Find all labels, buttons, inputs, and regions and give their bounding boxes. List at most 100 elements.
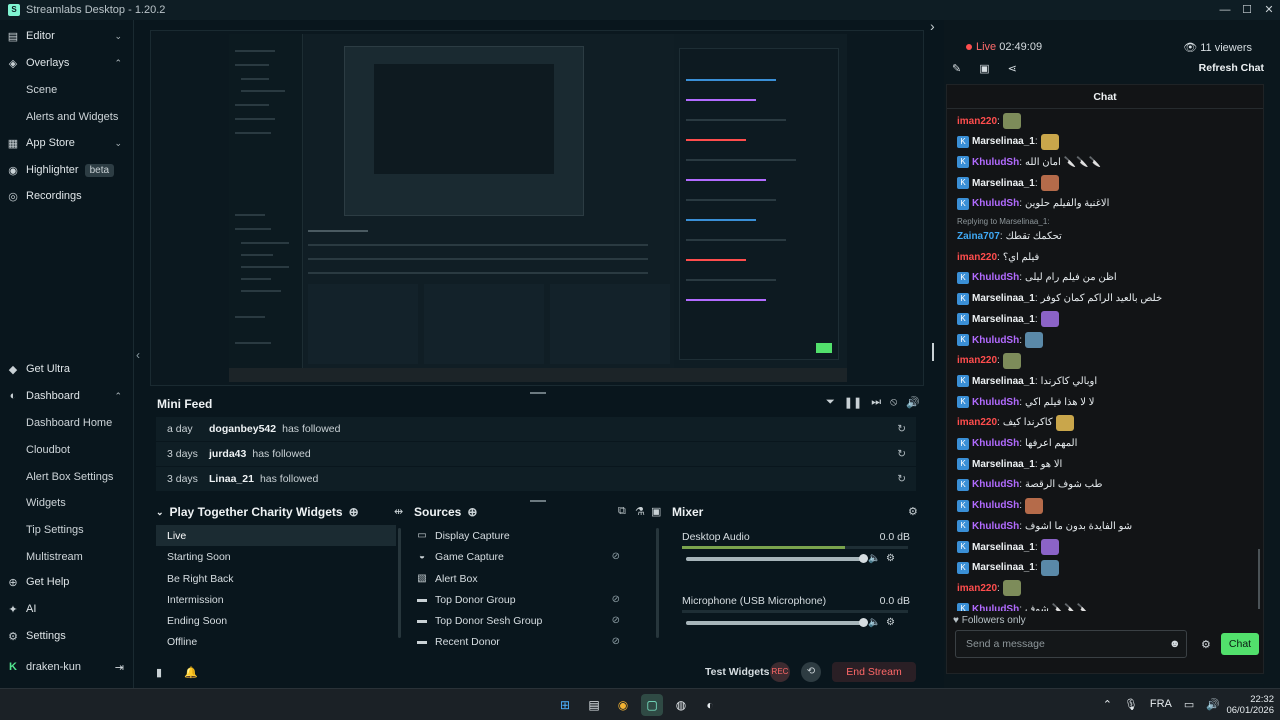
- logout-icon[interactable]: ⇥: [115, 661, 124, 674]
- collapse-sidebar-icon[interactable]: ‹: [136, 348, 140, 362]
- record-button[interactable]: REC: [770, 662, 790, 682]
- hidden-eye-icon[interactable]: ⊘: [612, 615, 620, 626]
- source-item[interactable]: ▭ Display Capture: [414, 525, 652, 546]
- chat-username[interactable]: KhuludSh: [972, 272, 1019, 283]
- mute-alerts-icon[interactable]: ⦸: [890, 396, 897, 409]
- sidebar-item-recordings[interactable]: ◎ Recordings: [0, 183, 134, 209]
- performance-icon[interactable]: ▮: [156, 666, 162, 679]
- source-tools-icon[interactable]: ⧉: [618, 505, 626, 518]
- sidebar-item-ai[interactable]: ✦ AI: [0, 596, 134, 622]
- volume-slider[interactable]: [686, 554, 868, 563]
- chat-username[interactable]: Marselinaa_1: [972, 314, 1035, 325]
- obs-icon[interactable]: ◍: [670, 694, 692, 716]
- sidebar-item-get-ultra[interactable]: ◆ Get Ultra: [0, 356, 134, 382]
- streamlabs-icon[interactable]: ▢: [641, 694, 663, 716]
- chat-username[interactable]: KhuludSh: [972, 479, 1019, 490]
- sidebar-item-multistream[interactable]: Multistream: [26, 551, 83, 563]
- replay-buffer-icon[interactable]: ⟲: [801, 662, 821, 682]
- mixer-settings-icon[interactable]: ⚙: [908, 505, 918, 518]
- volume-knob[interactable]: [859, 554, 868, 563]
- chat-username[interactable]: iman220: [957, 417, 997, 428]
- pause-icon[interactable]: ❚❚: [844, 396, 862, 409]
- source-item[interactable]: ▬ Top Donor Group ⊘: [414, 589, 652, 610]
- chat-settings-icon[interactable]: ⚙: [1201, 638, 1211, 651]
- chat-username[interactable]: Zaina707: [957, 231, 1000, 242]
- source-filters-icon[interactable]: ⚗: [635, 505, 645, 518]
- scene-item[interactable]: Starting Soon: [156, 546, 396, 567]
- chat-username[interactable]: Marselinaa_1: [972, 459, 1035, 470]
- scene-item[interactable]: Intermission: [156, 589, 396, 610]
- scene-transitions-icon[interactable]: ⇹: [394, 505, 403, 518]
- sidebar-item-get-help[interactable]: ⊕ Get Help: [0, 569, 134, 595]
- hidden-eye-icon[interactable]: ⊘: [612, 594, 620, 605]
- add-folder-icon[interactable]: ▣: [651, 505, 661, 518]
- dashboard-link-icon[interactable]: ▣: [979, 62, 989, 75]
- chat-username[interactable]: iman220: [957, 355, 997, 366]
- channel-settings-icon[interactable]: ⚙: [886, 617, 895, 628]
- sidebar-item-overlays[interactable]: ◈ Overlays ⌃: [0, 50, 134, 76]
- chat-username[interactable]: KhuludSh: [972, 157, 1019, 168]
- replay-alert-icon[interactable]: ↻: [897, 423, 906, 435]
- chat-message-input[interactable]: Send a message: [955, 630, 1187, 658]
- end-stream-button[interactable]: End Stream: [832, 662, 916, 682]
- filter-icon[interactable]: ⏷: [826, 396, 835, 409]
- speaker-icon[interactable]: 🔊: [1206, 698, 1220, 711]
- maximize-button[interactable]: ☐: [1236, 0, 1258, 20]
- scenes-scrollbar[interactable]: [398, 528, 401, 638]
- channel-settings-icon[interactable]: ⚙: [886, 553, 895, 564]
- scene-item[interactable]: Offline: [156, 631, 396, 652]
- chat-username[interactable]: iman220: [957, 583, 997, 594]
- refresh-chat-button[interactable]: Refresh Chat: [1199, 62, 1264, 74]
- mute-icon[interactable]: 🔈: [868, 617, 880, 628]
- sidebar-item-app-store[interactable]: ▦ App Store ⌄: [0, 130, 134, 156]
- scene-item[interactable]: Ending Soon: [156, 610, 396, 631]
- source-item[interactable]: ▧ Alert Box: [414, 568, 652, 589]
- chat-username[interactable]: iman220: [957, 252, 997, 263]
- minimize-button[interactable]: —: [1214, 0, 1236, 20]
- sidebar-item-settings[interactable]: ⚙ Settings: [0, 623, 134, 649]
- source-item[interactable]: ▬ Recent Donor ⊘: [414, 631, 652, 652]
- scene-item[interactable]: Be Right Back: [156, 568, 396, 589]
- source-item[interactable]: ◒ Game Capture ⊘: [414, 546, 652, 567]
- chat-username[interactable]: Marselinaa_1: [972, 293, 1035, 304]
- scene-collection-title[interactable]: Play Together Charity Widgets: [170, 505, 343, 519]
- sidebar-item-highlighter[interactable]: ◉ Highlighter beta: [0, 157, 134, 183]
- share-icon[interactable]: ⋖: [1008, 62, 1017, 75]
- chat-username[interactable]: KhuludSh: [972, 521, 1019, 532]
- sidebar-item-scene[interactable]: Scene: [26, 84, 57, 96]
- hidden-eye-icon[interactable]: ⊘: [612, 551, 620, 562]
- chat-scrollbar[interactable]: [1258, 549, 1260, 609]
- replay-alert-icon[interactable]: ↻: [897, 473, 906, 485]
- sidebar-item-dashboard[interactable]: ◐ Dashboard ⌃: [0, 383, 134, 409]
- chat-resize-handle[interactable]: [932, 343, 934, 361]
- send-chat-button[interactable]: Chat: [1221, 633, 1259, 655]
- chat-username[interactable]: Marselinaa_1: [972, 542, 1035, 553]
- user-account[interactable]: Kdraken-kun ⇥: [0, 654, 134, 680]
- chat-username[interactable]: Marselinaa_1: [972, 178, 1035, 189]
- skip-icon[interactable]: ⏭: [871, 396, 881, 409]
- chat-username[interactable]: Marselinaa_1: [972, 136, 1035, 147]
- scene-item[interactable]: Live: [156, 525, 396, 546]
- sidebar-item-widgets[interactable]: Widgets: [26, 497, 66, 509]
- stream-preview[interactable]: [150, 30, 924, 386]
- chat-username[interactable]: Marselinaa_1: [972, 562, 1035, 573]
- test-widgets-button[interactable]: Test Widgets: [705, 666, 769, 678]
- close-button[interactable]: ✕: [1258, 0, 1280, 20]
- chat-username[interactable]: KhuludSh: [972, 198, 1019, 209]
- replay-alert-icon[interactable]: ↻: [897, 448, 906, 460]
- system-clock[interactable]: 22:32 06/01/2026: [1226, 694, 1274, 716]
- collapse-chat-icon[interactable]: ›: [930, 18, 935, 34]
- chat-username[interactable]: iman220: [957, 116, 997, 127]
- add-source-icon[interactable]: ⊕: [467, 505, 477, 519]
- chat-username[interactable]: KhuludSh: [972, 335, 1019, 346]
- language-indicator[interactable]: FRA: [1150, 698, 1172, 711]
- sources-scrollbar[interactable]: [656, 528, 659, 638]
- sidebar-item-cloudbot[interactable]: Cloudbot: [26, 444, 70, 456]
- network-icon[interactable]: ▭: [1184, 698, 1194, 711]
- collection-chevron-icon[interactable]: ⌄: [156, 507, 164, 518]
- volume-slider[interactable]: [686, 618, 868, 627]
- hidden-eye-icon[interactable]: ⊘: [612, 636, 620, 647]
- tray-expand-icon[interactable]: ⌃: [1103, 698, 1112, 711]
- edit-stream-info-icon[interactable]: ✎: [952, 62, 961, 75]
- volume-knob[interactable]: [859, 618, 868, 627]
